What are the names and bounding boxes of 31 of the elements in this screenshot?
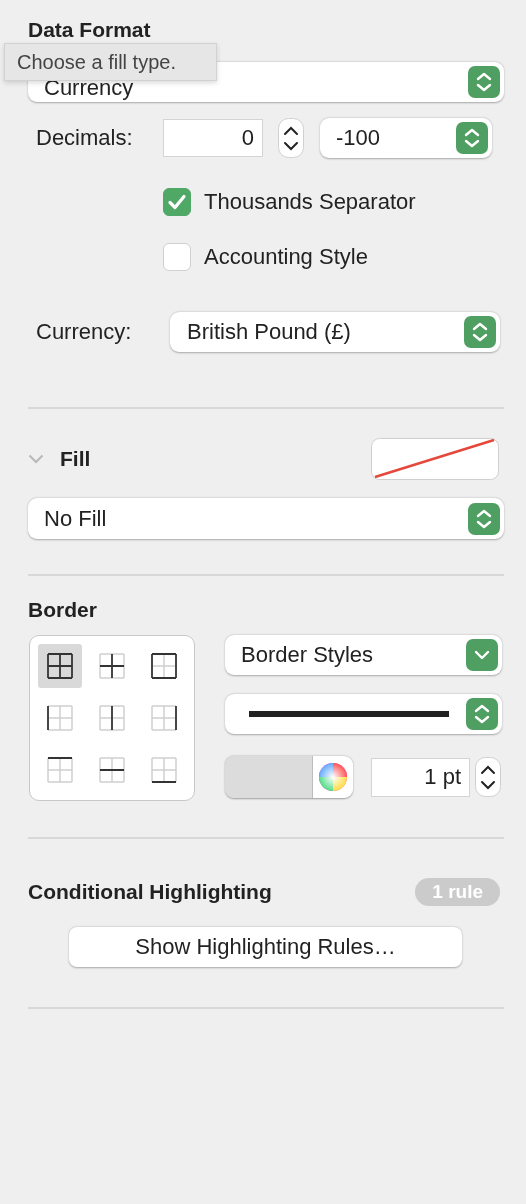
show-highlighting-rules-button[interactable]: Show Highlighting Rules… <box>69 927 462 967</box>
field-label: Decimals: <box>35 125 134 151</box>
currency-type-select[interactable]: British Pound (£) <box>170 312 500 352</box>
fill-popup[interactable]: No Fill <box>28 498 504 539</box>
checkbox[interactable] <box>163 188 191 216</box>
section-title: Conditional Highlighting <box>28 880 272 904</box>
border-width-field[interactable]: 1 pt <box>372 758 469 796</box>
color-well[interactable] <box>225 756 353 798</box>
section-title: Border <box>28 598 98 622</box>
field-label: Currency: <box>35 319 133 345</box>
decimals-field[interactable]: 0 <box>164 120 262 156</box>
section-title: Data Format <box>28 18 152 42</box>
chevron-down-icon <box>466 639 498 671</box>
negative-format-popup[interactable]: -100 <box>320 118 492 158</box>
stepper-arrows-icon <box>468 66 500 98</box>
no-fill-swatch[interactable] <box>371 438 499 480</box>
stepper[interactable] <box>475 757 501 797</box>
checkbox[interactable] <box>163 243 191 271</box>
stepper[interactable] <box>278 118 304 158</box>
border-position-icon[interactable] <box>38 644 82 688</box>
color-wheel-icon <box>319 763 347 791</box>
stepper-arrows-icon <box>456 122 488 154</box>
border-styles-popup[interactable]: Border Styles <box>225 635 502 675</box>
section-title: Fill <box>60 447 92 471</box>
stepper-arrows-icon <box>464 316 496 348</box>
stepper-arrows-icon <box>468 502 500 535</box>
tooltip: Choose a fill type. <box>4 43 217 81</box>
line-style-popup[interactable] <box>225 694 502 734</box>
checkbox-label: Accounting Style <box>204 244 368 270</box>
stepper-arrows-icon <box>466 698 498 730</box>
checkbox-label: Thousands Separator <box>204 189 416 215</box>
